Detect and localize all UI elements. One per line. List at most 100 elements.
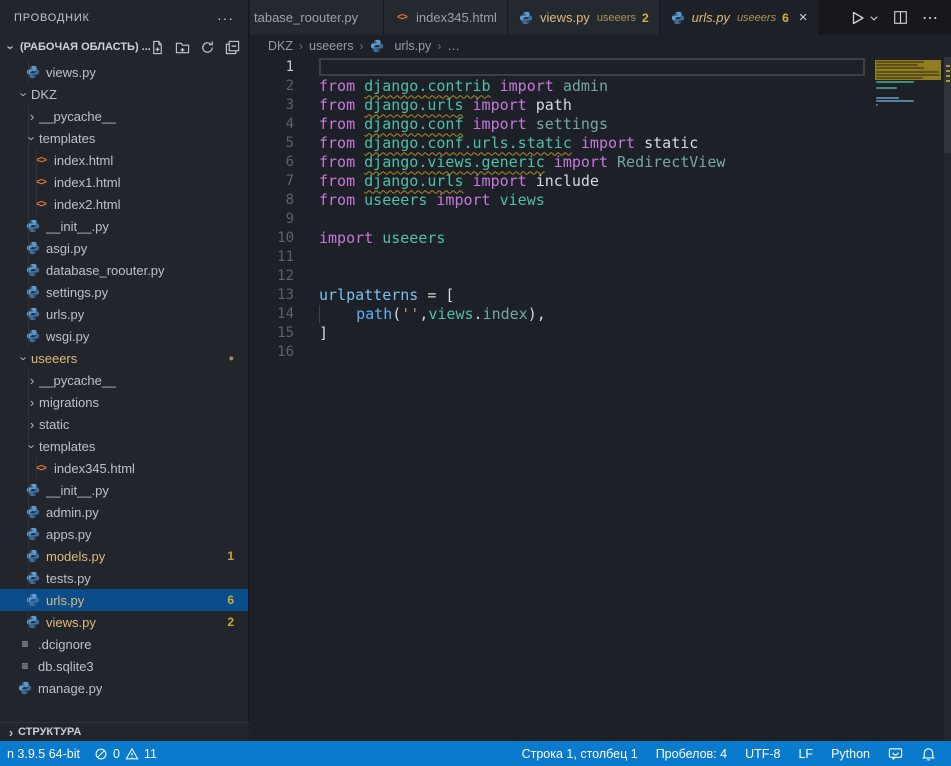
tree-item-index345-html[interactable]: <>index345.html — [0, 457, 248, 479]
problems-item[interactable]: 0 11 — [87, 747, 164, 761]
code-line-content: from django.urls import include — [319, 172, 599, 190]
refresh-icon[interactable] — [200, 40, 215, 55]
tree-item-label: db.sqlite3 — [38, 659, 94, 674]
collapse-all-icon[interactable] — [225, 40, 240, 55]
tree-item-label: admin.py — [46, 505, 99, 520]
minimap[interactable] — [871, 57, 944, 197]
new-file-icon[interactable] — [150, 40, 165, 55]
tree-item-views-py[interactable]: views.py — [0, 61, 248, 83]
tree-item-admin-py[interactable]: admin.py — [0, 501, 248, 523]
code-line-content: import useeers — [319, 229, 445, 247]
tree-item-asgi-py[interactable]: asgi.py — [0, 237, 248, 259]
explorer-title: ПРОВОДНИК — [14, 12, 217, 24]
tree-item--init-py[interactable]: __init__.py — [0, 479, 248, 501]
warning-tick — [946, 75, 950, 77]
tree-item-models-py[interactable]: models.py1 — [0, 545, 248, 567]
workspace-section-header[interactable]: › (РАБОЧАЯ ОБЛАСТЬ) ... — [0, 35, 248, 59]
breadcrumb-label: urls.py — [394, 39, 431, 53]
tab-tabase-roouter-py[interactable]: tabase_roouter.py — [250, 0, 384, 35]
tree-item-settings-py[interactable]: settings.py — [0, 281, 248, 303]
breadcrumb-label: DKZ — [268, 39, 293, 53]
tree-item-migrations[interactable]: ›migrations — [0, 391, 248, 413]
more-actions-button[interactable]: ⋯ — [922, 8, 939, 28]
tree-item-label: __pycache__ — [39, 109, 116, 124]
breadcrumb-item-urls-py[interactable]: urls.py — [369, 39, 431, 53]
line-number: 3 — [250, 97, 294, 113]
chevron-down-icon: › — [17, 87, 31, 102]
tab-views-py[interactable]: views.pyuseeers2 — [508, 0, 660, 35]
tree-item-index-html[interactable]: <>index.html — [0, 149, 248, 171]
breadcrumb-item-useeers[interactable]: useeers — [309, 39, 353, 53]
warning-tick — [946, 65, 950, 67]
explorer-more-icon[interactable]: ··· — [217, 10, 234, 26]
tree-item-index2-html[interactable]: <>index2.html — [0, 193, 248, 215]
feedback-icon[interactable] — [881, 746, 910, 761]
minimap-line — [876, 71, 939, 73]
close-icon[interactable]: × — [799, 10, 808, 25]
tree-item--pycache-[interactable]: ›__pycache__ — [0, 369, 248, 391]
indentation-item[interactable]: Пробелов: 4 — [649, 747, 734, 761]
tree-item-wsgi-py[interactable]: wsgi.py — [0, 325, 248, 347]
code-line-content: ] — [319, 324, 328, 342]
line-number: 5 — [250, 135, 294, 151]
tree-item--init-py[interactable]: __init__.py — [0, 215, 248, 237]
tree-item-label: index2.html — [54, 197, 120, 212]
new-folder-icon[interactable] — [175, 40, 190, 55]
cursor-position-item[interactable]: Строка 1, столбец 1 — [515, 747, 645, 761]
tree-item-label: __pycache__ — [39, 373, 116, 388]
tree-item-DKZ[interactable]: ›DKZ — [0, 83, 248, 105]
code-line-8: 8from useeers import views — [250, 190, 951, 209]
encoding-item[interactable]: UTF-8 — [738, 747, 787, 761]
line-number: 2 — [250, 78, 294, 94]
run-button[interactable] — [850, 10, 879, 26]
tree-item-templates[interactable]: ›templates — [0, 127, 248, 149]
breadcrumb-item--[interactable]: … — [447, 39, 460, 53]
eol-item[interactable]: LF — [791, 747, 820, 761]
error-icon — [94, 747, 108, 761]
tree-item-manage-py[interactable]: manage.py — [0, 677, 248, 699]
python-icon — [369, 39, 385, 53]
outline-section-header[interactable]: › СТРУКТУРА — [0, 722, 249, 741]
tree-item-apps-py[interactable]: apps.py — [0, 523, 248, 545]
code-line-4: 4from django.conf import settings — [250, 114, 951, 133]
editor-scrollbar[interactable] — [944, 57, 951, 741]
tab-problems-badge: 2 — [642, 11, 649, 25]
tab-urls-py[interactable]: urls.pyuseeers6× — [660, 0, 819, 35]
tree-item-label: useeers — [31, 351, 77, 366]
tree-item-label: apps.py — [46, 527, 92, 542]
code-line-14: 14 path('',views.index), — [250, 304, 951, 323]
tree-item-tests-py[interactable]: tests.py — [0, 567, 248, 589]
minimap-line — [876, 97, 899, 99]
tree-item-label: models.py — [46, 549, 105, 564]
breadcrumb-item-DKZ[interactable]: DKZ — [268, 39, 293, 53]
tree-item-urls-py[interactable]: urls.py — [0, 303, 248, 325]
tab-problems-badge: 6 — [782, 11, 789, 25]
tree-item-urls-py[interactable]: urls.py6 — [0, 589, 248, 611]
code-line-16: 16 — [250, 342, 951, 361]
tree-item-database-roouter-py[interactable]: database_roouter.py — [0, 259, 248, 281]
notifications-bell-icon[interactable] — [914, 746, 943, 761]
tree-item-templates[interactable]: ›templates — [0, 435, 248, 457]
tree-item-useeers[interactable]: ›useeers● — [0, 347, 248, 369]
explorer-sidebar: ПРОВОДНИК ··· › (РАБОЧАЯ ОБЛАСТЬ) ... vi… — [0, 0, 249, 741]
tree-item--pycache-[interactable]: ›__pycache__ — [0, 105, 248, 127]
tree-item-db-sqlite3[interactable]: ≡db.sqlite3 — [0, 655, 248, 677]
tree-item-label: __init__.py — [46, 219, 109, 234]
tree-item-label: settings.py — [46, 285, 108, 300]
tab-bar: tabase_roouter.py<>index345.htmlviews.py… — [250, 0, 951, 35]
minimap-line — [876, 64, 918, 66]
tree-item-views-py[interactable]: views.py2 — [0, 611, 248, 633]
line-number: 15 — [250, 325, 294, 341]
minimap-line — [876, 100, 914, 102]
code-editor[interactable]: 12from django.contrib import admin3from … — [250, 57, 951, 741]
python-interpreter-item[interactable]: n 3.9.5 64-bit — [0, 747, 87, 761]
language-mode-item[interactable]: Python — [824, 747, 877, 761]
tree-item--dcignore[interactable]: ≡.dcignore — [0, 633, 248, 655]
split-editor-button[interactable] — [893, 10, 908, 25]
minimap-line — [876, 87, 897, 89]
code-line-5: 5from django.conf.urls.static import sta… — [250, 133, 951, 152]
tree-item-static[interactable]: ›static — [0, 413, 248, 435]
tree-item-index1-html[interactable]: <>index1.html — [0, 171, 248, 193]
status-left: n 3.9.5 64-bit 0 11 — [0, 747, 164, 761]
tab-index345-html[interactable]: <>index345.html — [384, 0, 508, 35]
